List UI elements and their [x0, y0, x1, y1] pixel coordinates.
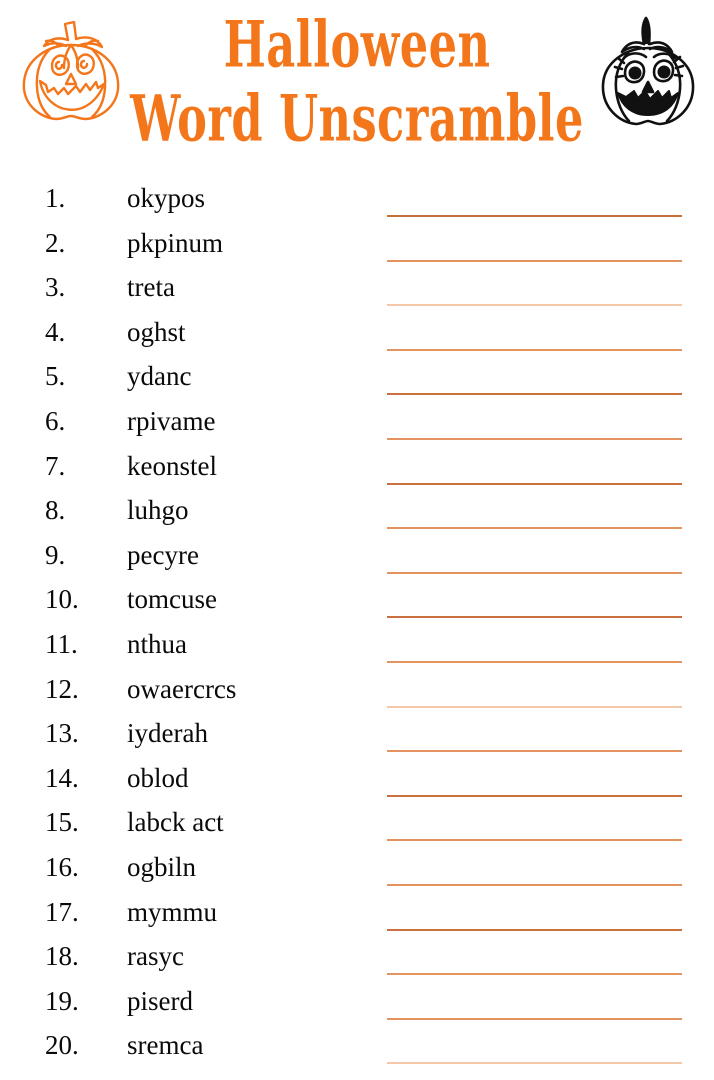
scrambled-word: sremca: [127, 1030, 204, 1061]
scrambled-word: piserd: [127, 985, 193, 1016]
list-item-number: 15.: [45, 807, 79, 838]
answer-blank-line[interactable]: [387, 973, 682, 976]
scrambled-word: labck act: [127, 807, 224, 838]
list-item: 17. mymmu: [0, 892, 714, 937]
list-item-number: 19.: [45, 985, 79, 1016]
scrambled-word: nthua: [127, 628, 187, 659]
answer-blank-line[interactable]: [387, 571, 682, 574]
list-item-number: 1.: [45, 183, 66, 213]
answer-blank-line[interactable]: [387, 1017, 682, 1020]
answer-blank-line[interactable]: [387, 482, 682, 485]
list-item-number: 11.: [45, 628, 78, 659]
list-item-number: 14.: [45, 762, 79, 793]
scrambled-word: ogbiln: [127, 851, 197, 882]
worksheet-header: Halloween Word Unscramble: [0, 0, 714, 172]
list-item: 1. okypos: [0, 178, 714, 223]
scrambled-word: treta: [127, 272, 175, 303]
scrambled-word: iyderah: [127, 718, 208, 749]
answer-blank-line[interactable]: [387, 705, 682, 708]
list-item: 11. nthua: [0, 624, 714, 669]
scrambled-word: rasyc: [127, 941, 184, 972]
list-item-number: 18.: [45, 941, 79, 972]
scrambled-word: oghst: [127, 316, 186, 347]
list-item-number: 9.: [45, 539, 66, 570]
answer-blank-line[interactable]: [387, 750, 682, 753]
answer-blank-line[interactable]: [387, 348, 682, 351]
list-item: 10. tomcuse: [0, 579, 714, 624]
list-item: 19. piserd: [0, 981, 714, 1026]
scrambled-word: luhgo: [127, 495, 189, 526]
list-item-number: 12.: [45, 673, 79, 704]
list-item: 2. pkpinum: [0, 223, 714, 268]
list-item-number: 20.: [45, 1030, 79, 1061]
list-item-number: 4.: [45, 316, 66, 347]
list-item-number: 5.: [45, 361, 66, 392]
scrambled-word: pecyre: [127, 539, 199, 570]
list-item-number: 6.: [45, 405, 66, 436]
scrambled-word: owaercrcs: [127, 673, 237, 704]
title-line-halloween: Halloween: [223, 8, 491, 83]
list-item: 6. rpivame: [0, 401, 714, 446]
scrambled-word: keonstel: [127, 450, 217, 481]
scrambled-word: ydanc: [127, 361, 192, 392]
scrambled-word: mymmu: [127, 896, 218, 927]
list-item-number: 8.: [45, 495, 66, 526]
scrambled-word: tomcuse: [127, 584, 217, 615]
list-item: 9. pecyre: [0, 535, 714, 580]
list-item: 8. luhgo: [0, 490, 714, 535]
scrambled-word: rpivame: [127, 405, 216, 436]
list-item: 5. ydanc: [0, 356, 714, 401]
answer-blank-line[interactable]: [387, 794, 682, 797]
list-item: 12. owaercrcs: [0, 669, 714, 714]
list-item-number: 17.: [45, 896, 79, 927]
list-item: 13. iyderah: [0, 713, 714, 758]
answer-blank-line[interactable]: [387, 616, 682, 619]
scrambled-word: oblod: [127, 762, 189, 793]
answer-blank-line[interactable]: [387, 215, 682, 217]
answer-blank-line[interactable]: [387, 393, 682, 396]
list-item-number: 2.: [45, 227, 66, 258]
answer-blank-line[interactable]: [387, 660, 682, 663]
answer-blank-line[interactable]: [387, 304, 682, 307]
list-item: 3. treta: [0, 267, 714, 312]
answer-blank-line[interactable]: [387, 839, 682, 842]
list-item-number: 13.: [45, 718, 79, 749]
answer-blank-line[interactable]: [387, 527, 682, 530]
list-item: 7. keonstel: [0, 446, 714, 491]
answer-blank-line[interactable]: [387, 259, 682, 262]
list-item: 4. oghst: [0, 312, 714, 357]
list-item: 20. sremca: [0, 1025, 714, 1070]
list-item: 16. ogbiln: [0, 847, 714, 892]
jack-o-lantern-black-white-icon: [592, 14, 704, 134]
list-item-number: 10.: [45, 584, 79, 615]
answer-blank-line[interactable]: [387, 928, 682, 931]
scrambled-word: okypos: [127, 183, 206, 213]
word-list: 1. okypos 2. pkpinum 3. treta 4. oghst 5. ydanc 6.…: [0, 178, 714, 1070]
list-item-number: 3.: [45, 272, 66, 303]
answer-blank-line[interactable]: [387, 437, 682, 440]
list-item: 15. labck act: [0, 802, 714, 847]
list-item-number: 7.: [45, 450, 66, 481]
answer-blank-line[interactable]: [387, 1062, 682, 1065]
answer-blank-line[interactable]: [387, 883, 682, 886]
list-item: 18. rasyc: [0, 936, 714, 981]
title-line-word-unscramble: Word Unscramble: [130, 82, 584, 157]
list-item-number: 16.: [45, 851, 79, 882]
scrambled-word: pkpinum: [127, 227, 224, 258]
list-item: 14. oblod: [0, 758, 714, 803]
